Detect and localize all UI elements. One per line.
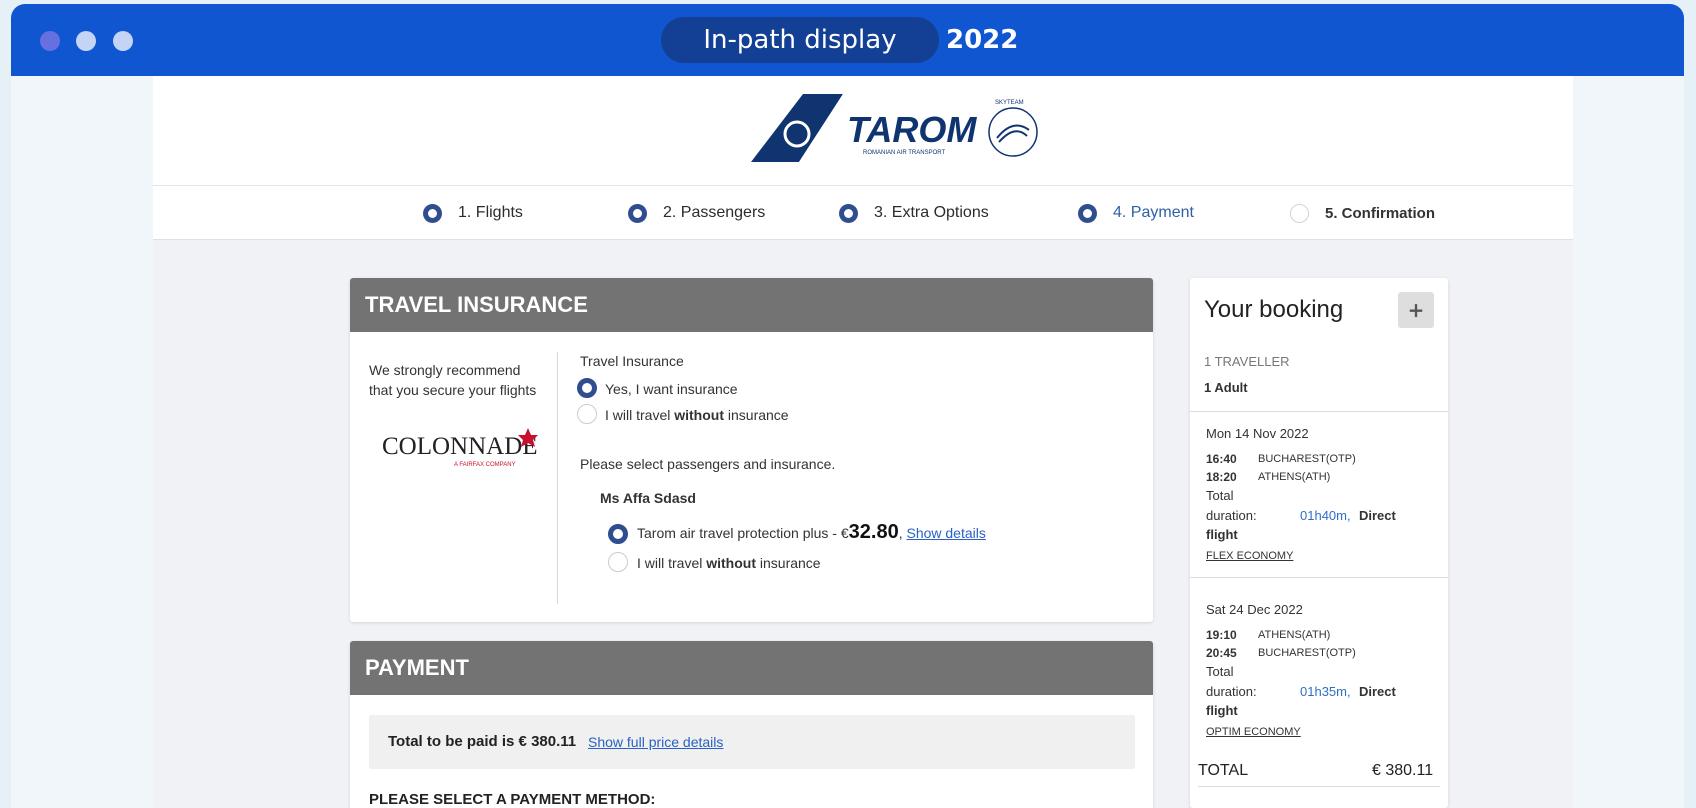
payment-method-heading: PLEASE SELECT A PAYMENT METHOD: [369, 791, 656, 808]
insurance-heading: TRAVEL INSURANCE [350, 278, 1153, 332]
tail-shape [751, 94, 843, 162]
window-dot-icon [113, 31, 133, 51]
inbound-flight: flight [1206, 703, 1238, 718]
year-label: 2022 [946, 25, 1019, 55]
colonnade-subtitle: A FAIRFAX COMPANY [454, 462, 516, 468]
total-label: TOTAL [1198, 762, 1249, 779]
left-margin [11, 76, 153, 808]
outbound-arr-place: ATHENS(ATH) [1258, 471, 1331, 483]
column-divider [557, 352, 558, 604]
inbound-dep-time: 19:10 [1206, 628, 1237, 642]
plan-no-insurance-radio[interactable] [608, 552, 628, 572]
progress-steps: 1. Flights 2. Passengers 3. Extra Option… [153, 186, 1573, 240]
outbound-direct: Direct [1359, 508, 1396, 523]
step-extra-options[interactable]: 3. Extra Options [839, 186, 989, 240]
step-flights[interactable]: 1. Flights [423, 186, 523, 240]
colonnade-wordmark: COLONNADE [382, 433, 538, 460]
inbound-arr-time: 20:45 [1206, 646, 1237, 660]
inbound-fare-link[interactable]: OPTIM ECONOMY [1206, 726, 1301, 738]
inbound-total-label: Total [1206, 664, 1234, 679]
label-emphasis: without [706, 555, 756, 571]
booking-page: TAROM ROMANIAN AIR TRANSPORT SKYTEAM 1. … [153, 76, 1573, 808]
title-bar: In-path display 2022 [11, 4, 1684, 76]
skyteam-swirl [996, 124, 1030, 143]
inbound-direct: Direct [1359, 684, 1396, 699]
total-to-pay: Total to be paid is € 380.11 [388, 733, 577, 750]
plan-no-insurance-label[interactable]: I will travel without insurance [637, 555, 821, 571]
total-box: Total to be paid is € 380.11 Show full p… [369, 715, 1135, 769]
outbound-dep-time: 16:40 [1206, 452, 1237, 466]
step-label: 2. Passengers [663, 204, 766, 221]
inbound-duration-value: 01h35m, [1300, 684, 1351, 699]
plan-price: 32.80 [848, 521, 899, 543]
plan-protection-plus-radio[interactable] [608, 524, 628, 544]
travellers-label: 1 TRAVELLER [1204, 354, 1290, 369]
label-text: I will travel [637, 555, 707, 571]
show-full-price-link[interactable]: Show full price details [588, 734, 723, 750]
payment-card: PAYMENT Total to be paid is € 380.11 Sho… [350, 641, 1153, 808]
tarom-tagline: ROMANIAN AIR TRANSPORT [863, 150, 945, 156]
expand-booking-button[interactable]: + [1398, 292, 1434, 328]
select-passengers-prompt: Please select passengers and insurance. [580, 456, 836, 472]
inbound-dep-place: ATHENS(ATH) [1258, 629, 1331, 641]
travellers-value: 1 Adult [1204, 380, 1248, 395]
browser-window: In-path display 2022 TAROM ROMANIAN AIR … [11, 4, 1684, 808]
show-details-link[interactable]: Show details [906, 525, 985, 541]
plan-separator: , [898, 525, 903, 541]
outbound-duration-value: 01h40m, [1300, 508, 1351, 523]
step-confirmation: 5. Confirmation [1290, 186, 1435, 240]
divider [1190, 577, 1448, 578]
skyteam-label: SKYTEAM [995, 100, 1024, 106]
window-dot-icon [76, 31, 96, 51]
label-emphasis: without [674, 407, 724, 423]
label-text: I will travel [605, 407, 675, 423]
tarom-wordmark: TAROM [847, 109, 977, 150]
insurance-yes-radio[interactable] [577, 378, 597, 398]
plane-icon [423, 203, 442, 223]
recommend-line-2: that you secure your flights [369, 382, 537, 398]
inbound-duration-label: duration: [1206, 684, 1257, 699]
step-payment[interactable]: 4. Payment [1078, 186, 1194, 240]
outbound-flight: flight [1206, 527, 1238, 542]
plan-protection-plus-label[interactable]: Tarom air travel protection plus - €32.8… [637, 521, 986, 544]
outbound-arr-time: 18:20 [1206, 470, 1237, 484]
total-value: € 380.11 [1372, 762, 1434, 779]
outbound-date: Mon 14 Nov 2022 [1206, 426, 1309, 441]
booking-summary: Your booking + 1 TRAVELLER 1 Adult Mon 1… [1190, 278, 1448, 808]
step-passengers[interactable]: 2. Passengers [628, 186, 765, 240]
divider [1190, 411, 1448, 412]
inbound-arr-place: BUCHAREST(OTP) [1258, 647, 1356, 659]
step-label: 1. Flights [458, 204, 523, 221]
step-label: 3. Extra Options [874, 204, 989, 221]
outbound-total-label: Total [1206, 488, 1234, 503]
tarom-logo[interactable]: TAROM ROMANIAN AIR TRANSPORT SKYTEAM [751, 90, 1041, 166]
payment-heading: PAYMENT [350, 641, 1153, 695]
site-header: TAROM ROMANIAN AIR TRANSPORT SKYTEAM [153, 76, 1573, 186]
passenger-icon [628, 203, 647, 223]
confirmation-icon [1290, 203, 1309, 223]
insurance-no-radio[interactable] [577, 404, 597, 424]
label-text: insurance [724, 407, 789, 423]
step-label: 4. Payment [1113, 204, 1194, 221]
colonnade-logo: COLONNADE A FAIRFAX COMPANY [382, 428, 538, 468]
outbound-fare-link[interactable]: FLEX ECONOMY [1206, 550, 1293, 562]
plan-text: Tarom air travel protection plus - € [637, 525, 849, 541]
inbound-date: Sat 24 Dec 2022 [1206, 602, 1303, 617]
divider [1198, 786, 1440, 787]
insurance-no-label[interactable]: I will travel without insurance [605, 407, 789, 423]
booking-title: Your booking [1204, 296, 1344, 323]
display-label-pill: In-path display [661, 17, 939, 63]
step-label: 5. Confirmation [1325, 204, 1436, 222]
insurance-section-label: Travel Insurance [580, 353, 684, 369]
insurance-yes-label[interactable]: Yes, I want insurance [605, 381, 738, 397]
passenger-name: Ms Affa Sdasd [600, 490, 696, 506]
travel-insurance-card: TRAVEL INSURANCE We strongly recommend t… [350, 278, 1153, 622]
outbound-dep-place: BUCHAREST(OTP) [1258, 453, 1356, 465]
bag-icon [839, 203, 858, 223]
label-text: insurance [756, 555, 821, 571]
payment-icon [1078, 203, 1097, 223]
outbound-duration-label: duration: [1206, 508, 1257, 523]
window-dot-icon [40, 31, 60, 51]
recommend-line-1: We strongly recommend [369, 362, 521, 378]
